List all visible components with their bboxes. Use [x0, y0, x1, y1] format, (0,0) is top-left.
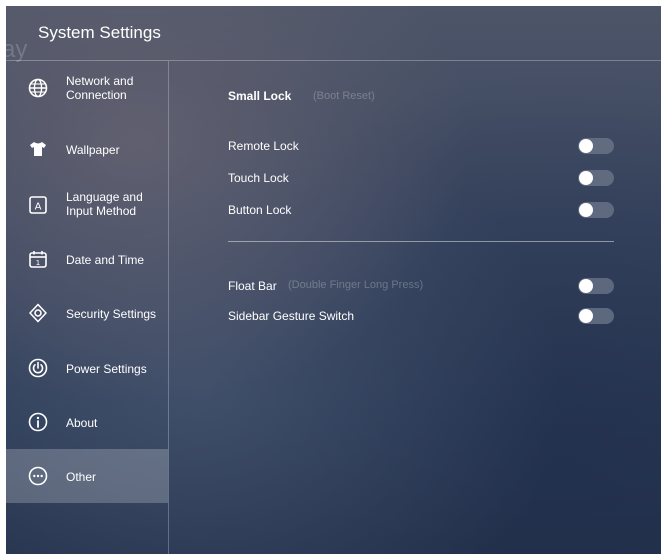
sidebar-item-label: Language and Input Method: [66, 190, 143, 218]
toggle-knob: [579, 139, 593, 153]
sidebar-item-security[interactable]: Security Settings: [6, 286, 168, 340]
small-lock-hint: (Boot Reset): [313, 90, 375, 102]
small-lock-heading: Small Lock: [228, 89, 292, 103]
remote-lock-row: Remote Lock: [228, 135, 614, 159]
sidebar-item-label: Other: [66, 470, 97, 484]
float-bar-toggle[interactable]: [578, 278, 614, 294]
sidebar-gesture-row: Sidebar Gesture Switch: [228, 305, 614, 329]
sidebar-item-label: About: [66, 416, 98, 430]
shield-icon: [28, 303, 48, 323]
sidebar-item-label: Network and Connection: [66, 74, 134, 102]
globe-icon: [28, 78, 48, 98]
shirt-icon: [28, 139, 48, 159]
float-bar-label: Float Bar: [228, 279, 277, 293]
power-icon: [28, 358, 48, 378]
float-bar-row: Float Bar (Double Finger Long Press): [228, 275, 614, 299]
sidebar-gesture-label: Sidebar Gesture Switch: [228, 309, 355, 323]
remote-lock-toggle[interactable]: [578, 138, 614, 154]
sidebar-item-date-time[interactable]: 1 Date and Time: [6, 231, 168, 285]
toggle-knob: [579, 203, 593, 217]
header-bar: System Settings: [6, 6, 661, 61]
more-icon: [28, 466, 48, 486]
sidebar-item-language[interactable]: A Language and Input Method: [6, 175, 168, 229]
sidebar-item-label: Date and Time: [66, 253, 145, 267]
sidebar-item-label: Wallpaper: [66, 143, 120, 157]
settings-screen: ay System Settings Network and Connectio…: [6, 6, 661, 554]
settings-content: Small Lock (Boot Reset) Remote Lock Touc…: [169, 61, 661, 554]
button-lock-row: Button Lock: [228, 199, 614, 223]
button-lock-label: Button Lock: [228, 203, 292, 217]
calendar-icon: 1: [28, 249, 48, 269]
touch-lock-label: Touch Lock: [228, 171, 289, 185]
toggle-knob: [579, 309, 593, 323]
sidebar-item-label: Security Settings: [66, 307, 157, 321]
touch-lock-toggle[interactable]: [578, 170, 614, 186]
sidebar-item-network[interactable]: Network and Connection: [6, 61, 168, 115]
page-title: System Settings: [38, 23, 161, 42]
sidebar-gesture-toggle[interactable]: [578, 308, 614, 324]
sidebar-item-label: Power Settings: [66, 362, 147, 376]
remote-lock-label: Remote Lock: [228, 139, 299, 153]
section-divider: [228, 241, 614, 242]
float-bar-hint: (Double Finger Long Press): [288, 279, 424, 291]
language-icon: A: [28, 195, 48, 215]
touch-lock-row: Touch Lock: [228, 167, 614, 191]
sidebar-item-about[interactable]: About: [6, 395, 168, 449]
svg-text:A: A: [35, 202, 42, 213]
toggle-knob: [579, 171, 593, 185]
sidebar-item-wallpaper[interactable]: Wallpaper: [6, 120, 168, 174]
sidebar-item-power[interactable]: Power Settings: [6, 341, 168, 395]
sidebar: Network and Connection Wallpaper A Langu…: [6, 61, 169, 554]
toggle-knob: [579, 279, 593, 293]
svg-text:1: 1: [36, 259, 40, 267]
button-lock-toggle[interactable]: [578, 202, 614, 218]
info-icon: [28, 412, 48, 432]
sidebar-item-other[interactable]: Other: [6, 449, 168, 503]
